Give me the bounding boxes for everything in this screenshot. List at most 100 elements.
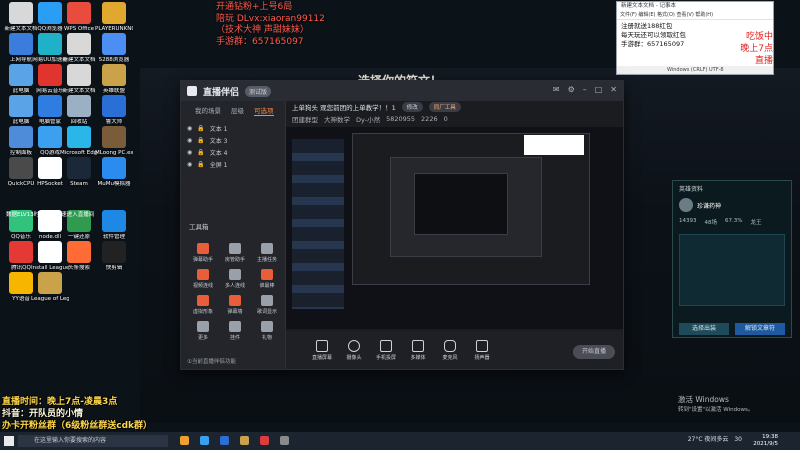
tool-label: 主播任务	[256, 257, 277, 263]
choose-build-button[interactable]: 选择出装	[679, 323, 729, 335]
tool-icon	[197, 243, 209, 254]
tool-label: 歌词显示	[256, 309, 277, 315]
windows-start-icon[interactable]	[4, 436, 14, 446]
app-titlebar[interactable]: 直播伴侣 测试版 ✉ ⚙ – □ ✕	[181, 81, 623, 101]
microphone-button[interactable]: 麦克风	[438, 339, 462, 361]
toolbox-item[interactable]: 谁最棒	[253, 269, 281, 289]
edit-button[interactable]: 修改	[401, 102, 423, 112]
toolbox-item[interactable]: 弹幕助手	[189, 243, 217, 263]
toolbox-item[interactable]: 弹幕墙	[221, 295, 249, 315]
desktop-icon[interactable]: 5288浏览器	[95, 33, 133, 63]
pinned-app-icon[interactable]	[220, 436, 229, 445]
desktop-icon[interactable]: 英雄联盟	[95, 64, 133, 94]
pinned-app-icon[interactable]	[200, 436, 209, 445]
toolbox-item[interactable]: 视频连线	[189, 269, 217, 289]
toolbox-item[interactable]: 多人连线	[221, 269, 249, 289]
tool-icon	[197, 295, 209, 306]
notepad-status-stamp: 吃饭中 晚上7点直播	[733, 31, 773, 67]
desktop-icon[interactable]: MuMu模拟器	[95, 157, 133, 187]
settings-icon[interactable]: ⚙	[568, 85, 575, 94]
stream-title: 上单狗头 观您前团的上单教学！！1	[292, 104, 396, 112]
desktop-icon[interactable]: Steam	[60, 157, 98, 187]
eye-icon[interactable]: ◉	[187, 137, 192, 144]
taskbar-search[interactable]: 在这里输入你要搜索的内容	[18, 435, 168, 447]
pinned-app-icon[interactable]	[260, 436, 269, 445]
tab-layers[interactable]: 层级	[231, 105, 244, 116]
desktop-icon[interactable]: 软件管理	[95, 210, 133, 240]
message-icon[interactable]: ✉	[553, 85, 560, 94]
scene-item[interactable]: ◉ 🔒 文本 1	[181, 122, 285, 134]
toolbox-item[interactable]: 房管助手	[221, 243, 249, 263]
scene-item[interactable]: ◉ 🔒 文本 3	[181, 134, 285, 146]
app-icon	[9, 33, 33, 55]
desktop-icon[interactable]: Microsoft Edge	[60, 126, 98, 156]
minimize-icon[interactable]: –	[583, 85, 587, 94]
notepad-menu[interactable]: 文件(F) 编辑(E) 格式(O) 查看(V) 帮助(H)	[617, 11, 773, 20]
screen-capture-button[interactable]: 直播屏幕	[310, 339, 334, 361]
clock-date: 2021/9/5	[753, 441, 778, 447]
close-icon[interactable]: ✕	[610, 85, 617, 94]
toolbox-item[interactable]: 更多	[189, 321, 217, 341]
toolbox-item[interactable]: 礼物	[253, 321, 281, 341]
start-live-button[interactable]: 开始直播	[573, 345, 615, 359]
pinned-app-icon[interactable]	[280, 436, 289, 445]
eye-icon[interactable]: ◉	[187, 161, 192, 168]
scene-item[interactable]: ◉ 🔒 文本 4	[181, 146, 285, 158]
stream-preview[interactable]	[286, 127, 623, 329]
eye-icon[interactable]: ◉	[187, 125, 192, 132]
app-icon	[67, 157, 91, 179]
scene-label: 文本 1	[209, 125, 228, 133]
promo-line: 手游群：657165097	[216, 36, 304, 47]
desktop-icon[interactable]: 新建文本文档	[60, 64, 98, 94]
tool-label: 礼物	[261, 335, 272, 341]
app-icon	[38, 33, 62, 55]
lock-icon[interactable]: 🔒	[197, 149, 204, 156]
scene-item[interactable]: ◉ 🔒 全屏 1	[181, 158, 285, 170]
desktop-icon[interactable]: 鲁大师	[95, 95, 133, 125]
tools-button[interactable]: 同厂工具	[428, 102, 461, 112]
desktop-icon-label: 英雄联盟	[102, 88, 125, 94]
desktop-icon[interactable]: 快剪辑	[95, 241, 133, 271]
live-companion-window[interactable]: 直播伴侣 测试版 ✉ ⚙ – □ ✕ 我的场景 层级 可选项 ◉ 🔒 文本 1 ◉ 🔒…	[180, 80, 624, 370]
tab-scenes[interactable]: 我的场景	[195, 105, 221, 116]
app-icon	[102, 64, 126, 86]
pinned-app-icon[interactable]	[180, 436, 189, 445]
maximize-icon[interactable]: □	[595, 85, 603, 94]
clock[interactable]: 19:38 2021/9/5	[753, 434, 778, 448]
toolbox-item[interactable]: 虚拟形象	[189, 295, 217, 315]
pinned-app-icon[interactable]	[240, 436, 249, 445]
desktop-icon[interactable]: MLoong PC.exe	[95, 126, 133, 156]
lock-icon[interactable]: 🔒	[197, 125, 204, 132]
weather-text[interactable]: 27°C 夜间多云	[688, 436, 729, 443]
tool-icon	[261, 243, 273, 254]
desktop-icon[interactable]: League of Legends	[31, 272, 69, 302]
app-icon	[9, 272, 33, 294]
eye-icon[interactable]: ◉	[187, 149, 192, 156]
schedule-line: 办卡开粉丝群（6级粉丝群送cdk群）	[2, 421, 153, 431]
desktop-icon[interactable]: PLAYERUNKNOWN'S BATTLEGROUNDS	[95, 2, 133, 32]
app-icon	[67, 95, 91, 117]
unlock-runes-button[interactable]: 解锁文章符	[735, 323, 785, 335]
tool-label: 多媒体	[410, 354, 426, 361]
tool-icon	[261, 295, 273, 306]
desktop-icon[interactable]: 新建文本文档	[60, 33, 98, 63]
toolbox-item[interactable]: 主播任务	[253, 243, 281, 263]
phone-cast-button[interactable]: 手机投屏	[374, 339, 398, 361]
app-icon	[102, 33, 126, 55]
activate-title: 激活 Windows	[678, 395, 729, 404]
camera-button[interactable]: 摄像头	[342, 339, 366, 361]
stream-info-bar: 上单狗头 观您前团的上单教学！！1 修改 同厂工具	[286, 101, 623, 113]
toolbox-item[interactable]: 挂件	[221, 321, 249, 341]
desktop-icon[interactable]: 回收站	[60, 95, 98, 125]
tab-options[interactable]: 可选项	[254, 105, 274, 116]
speaker-button[interactable]: 扬声器	[470, 339, 494, 361]
tool-icon	[261, 321, 273, 332]
multimedia-button[interactable]: 多媒体	[406, 339, 430, 361]
desktop-icon[interactable]: 头条搜索	[60, 241, 98, 271]
lock-icon[interactable]: 🔒	[197, 161, 204, 168]
lock-icon[interactable]: 🔒	[197, 137, 204, 144]
system-tray[interactable]: 27°C 夜间多云 30	[688, 434, 794, 443]
desktop-icon[interactable]: WPS Office	[60, 2, 98, 32]
notepad-window[interactable]: 新建文本文档 - 记事本 文件(F) 编辑(E) 格式(O) 查看(V) 帮助(…	[616, 1, 774, 75]
toolbox-item[interactable]: 歌词显示	[253, 295, 281, 315]
